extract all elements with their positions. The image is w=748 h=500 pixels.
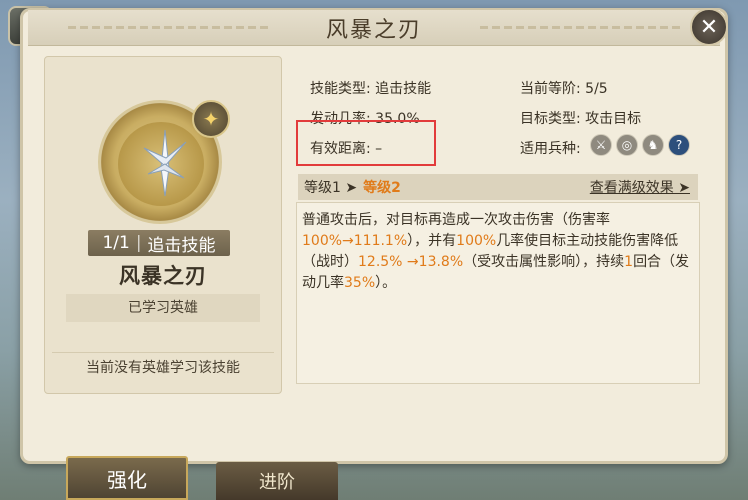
tab-advance[interactable]: 进阶 xyxy=(216,462,338,500)
close-button[interactable]: ✕ xyxy=(690,8,728,46)
page-title: 风暴之刃 xyxy=(325,17,422,43)
level-separator: | xyxy=(135,233,142,253)
title-bar: 风暴之刃 xyxy=(28,10,720,46)
star-icon: ✦ xyxy=(192,100,230,138)
level2-tab[interactable]: 等级2 xyxy=(363,177,401,197)
desc-value: 100% xyxy=(302,233,343,249)
close-icon: ✕ xyxy=(699,14,719,40)
range-highlight-box xyxy=(296,120,436,166)
level-strip: 等级1 ➤ 等级2 查看满级效果 ➤ xyxy=(298,174,698,200)
blade-icon xyxy=(143,129,187,197)
desc-text: 普通攻击后，对目标再造成一次攻击伤害（伤害率 xyxy=(302,212,610,228)
desc-text: ），并有 xyxy=(407,233,457,249)
skill-level-bar: 1/1 | 追击技能 xyxy=(88,230,230,256)
desc-value: 12.5% →13.8% xyxy=(358,254,464,270)
learned-heroes-button[interactable]: 已学习英雄 xyxy=(66,294,260,322)
level1-tab[interactable]: 等级1 ➤ xyxy=(304,177,357,197)
level-count: 1/1 xyxy=(102,233,130,253)
desc-text: （受攻击属性影响），持续 xyxy=(463,254,625,270)
desc-value: 1 xyxy=(624,254,634,270)
skill-description: 普通攻击后，对目标再造成一次攻击伤害（伤害率100%→111.1%），并有100… xyxy=(302,210,698,294)
horse-icon: ♞ xyxy=(642,134,664,156)
desc-value: →111.1% xyxy=(342,233,408,249)
question-icon: ? xyxy=(668,134,690,156)
current-tier: 当前等阶: 5/5 xyxy=(520,81,608,97)
bottom-tabs: 强化 进阶 xyxy=(0,456,748,500)
troop-icons: ⚔ ◎ ♞ ? xyxy=(590,134,690,156)
tab-enhance[interactable]: 强化 xyxy=(66,456,188,500)
skill-type: 技能类型: 追击技能 xyxy=(310,81,432,97)
view-full-level-button[interactable]: 查看满级效果 ➤ xyxy=(590,177,690,197)
skill-name: 风暴之刃 xyxy=(119,264,207,288)
desc-text: ）。 xyxy=(375,275,397,291)
desc-value: 100% xyxy=(456,233,497,249)
no-hero-text: 当前没有英雄学习该技能 xyxy=(52,352,274,382)
skill-category: 追击技能 xyxy=(147,235,216,256)
target-type: 目标类型: 攻击目标 xyxy=(520,111,642,127)
sword-icon: ⚔ xyxy=(590,134,612,156)
desc-value: 35% xyxy=(344,275,376,291)
bow-icon: ◎ xyxy=(616,134,638,156)
troop-type-label: 适用兵种: xyxy=(520,141,581,157)
